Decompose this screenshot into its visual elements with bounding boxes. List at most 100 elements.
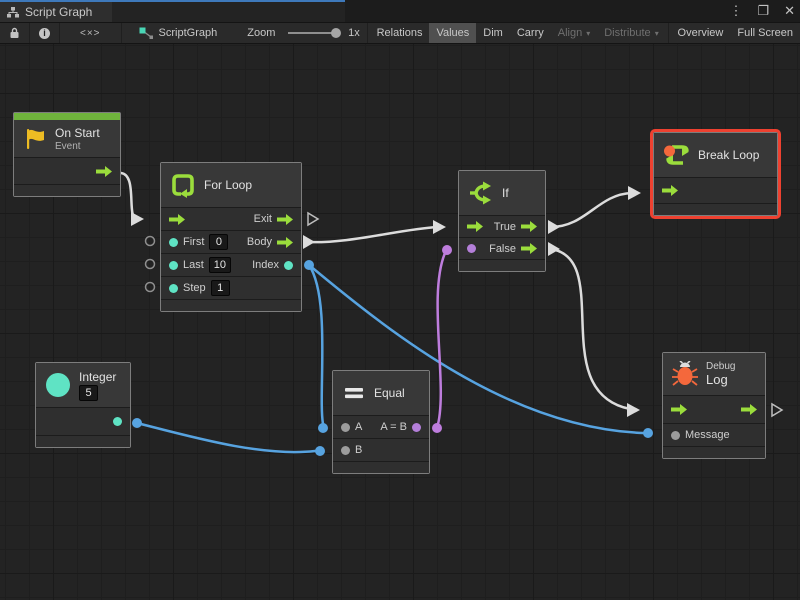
port-row: Last 10 Index: [161, 254, 301, 277]
kebab-menu-icon[interactable]: ⋮: [729, 3, 742, 19]
lock-button[interactable]: [0, 23, 30, 43]
port-last-label: Last: [183, 259, 204, 271]
port-true-label: True: [494, 221, 516, 233]
node-footer: [663, 447, 765, 458]
port-row: Message: [663, 424, 765, 447]
port-row: False: [459, 238, 545, 260]
align-dropdown[interactable]: Align ▾: [551, 23, 597, 43]
zoom-value: 1x: [348, 27, 360, 39]
step-value-field[interactable]: 1: [211, 280, 230, 296]
node-footer: [459, 260, 545, 271]
port-false[interactable]: [521, 243, 537, 254]
node-title: Equal: [374, 386, 405, 400]
port-message[interactable]: [671, 431, 680, 440]
info-button[interactable]: i: [30, 23, 60, 43]
code-view-button[interactable]: <×>: [60, 23, 122, 43]
zoom-slider-handle[interactable]: [331, 28, 341, 38]
carry-button[interactable]: Carry: [510, 23, 551, 43]
toolbar-separator: [668, 23, 669, 43]
port-a[interactable]: [341, 423, 350, 432]
port-true[interactable]: [521, 221, 537, 232]
node-integer[interactable]: Integer 5: [35, 362, 131, 448]
tab-graph-icon: [7, 7, 19, 18]
close-icon[interactable]: ✕: [784, 3, 795, 19]
flow-output-port[interactable]: [96, 166, 112, 177]
port-row: [663, 396, 765, 424]
port-first[interactable]: [169, 238, 178, 247]
port-row: A A = B: [333, 416, 429, 439]
port-body[interactable]: [277, 237, 293, 248]
code-icon: <×>: [80, 28, 101, 39]
node-subtitle: Event: [55, 141, 100, 152]
graph-toolbar: i <×> ScriptGraph Zoom 1x Relations Valu…: [0, 22, 800, 44]
tab-script-graph[interactable]: Script Graph: [0, 2, 112, 22]
integer-icon: [45, 372, 71, 398]
port-first-label: First: [183, 236, 204, 248]
dim-button[interactable]: Dim: [476, 23, 510, 43]
port-message-label: Message: [685, 429, 730, 441]
maximize-icon[interactable]: ❐: [757, 3, 769, 19]
port-step-label: Step: [183, 282, 206, 294]
overview-button[interactable]: Overview: [671, 23, 731, 43]
port-index[interactable]: [284, 261, 293, 270]
first-value-field[interactable]: 0: [209, 234, 228, 250]
node-break-loop[interactable]: Break Loop: [653, 132, 778, 216]
port-result[interactable]: [412, 423, 421, 432]
flow-input-port[interactable]: [467, 221, 483, 232]
port-result-label: A = B: [380, 421, 407, 433]
node-for-loop[interactable]: For Loop Exit First 0 Body Last 10: [160, 162, 302, 312]
flow-input-port[interactable]: [169, 214, 185, 225]
values-button[interactable]: Values: [429, 23, 476, 43]
node-title: For Loop: [204, 178, 252, 192]
break-loop-icon: [663, 142, 690, 168]
port-exit[interactable]: [277, 214, 293, 225]
integer-value-field[interactable]: 5: [79, 385, 98, 401]
node-debug-log[interactable]: Debug Log Message: [662, 352, 766, 459]
port-row: First 0 Body: [161, 231, 301, 254]
node-if[interactable]: If True False: [458, 170, 546, 272]
graph-canvas[interactable]: On Start Event For Loop Exit: [0, 44, 800, 600]
relations-button[interactable]: Relations: [370, 23, 430, 43]
equals-icon: [342, 381, 366, 405]
port-b-label: B: [355, 444, 362, 456]
node-header: Integer 5: [36, 363, 130, 408]
zoom-label: Zoom: [240, 23, 282, 43]
integer-output-port[interactable]: [113, 417, 122, 426]
branch-icon: [468, 180, 494, 206]
node-on-start[interactable]: On Start Event: [13, 112, 121, 197]
node-header: Equal: [333, 371, 429, 416]
node-title: Break Loop: [698, 148, 759, 162]
fullscreen-button[interactable]: Full Screen: [730, 23, 800, 43]
info-icon: i: [39, 28, 50, 39]
port-false-label: False: [489, 243, 516, 255]
flow-input-port[interactable]: [671, 404, 687, 415]
port-row: Exit: [161, 208, 301, 231]
zoom-slider[interactable]: [288, 32, 340, 34]
port-row: [14, 158, 120, 185]
event-color-strip: [14, 113, 120, 120]
port-exit-label: Exit: [254, 213, 272, 225]
port-row: B: [333, 439, 429, 462]
node-footer: [14, 185, 120, 196]
node-header: On Start Event: [14, 120, 120, 158]
port-row: True: [459, 216, 545, 238]
last-value-field[interactable]: 10: [209, 257, 231, 273]
port-step[interactable]: [169, 284, 178, 293]
node-title: Integer: [79, 370, 116, 384]
node-header: Debug Log: [663, 353, 765, 396]
port-last[interactable]: [169, 261, 178, 270]
port-condition[interactable]: [467, 244, 476, 253]
flow-input-port[interactable]: [662, 185, 678, 196]
node-header: If: [459, 171, 545, 216]
window-controls: ⋮ ❐ ✕: [729, 0, 795, 22]
node-footer: [333, 462, 429, 473]
node-footer: [36, 436, 130, 447]
distribute-dropdown[interactable]: Distribute ▾: [597, 23, 665, 43]
port-row: [36, 408, 130, 436]
node-equal[interactable]: Equal A A = B B: [332, 370, 430, 474]
node-title: If: [502, 186, 509, 200]
chevron-down-icon: ▾: [655, 29, 659, 38]
port-b[interactable]: [341, 446, 350, 455]
flow-output-port[interactable]: [741, 404, 757, 415]
graph-breadcrumb[interactable]: ScriptGraph: [132, 23, 225, 43]
